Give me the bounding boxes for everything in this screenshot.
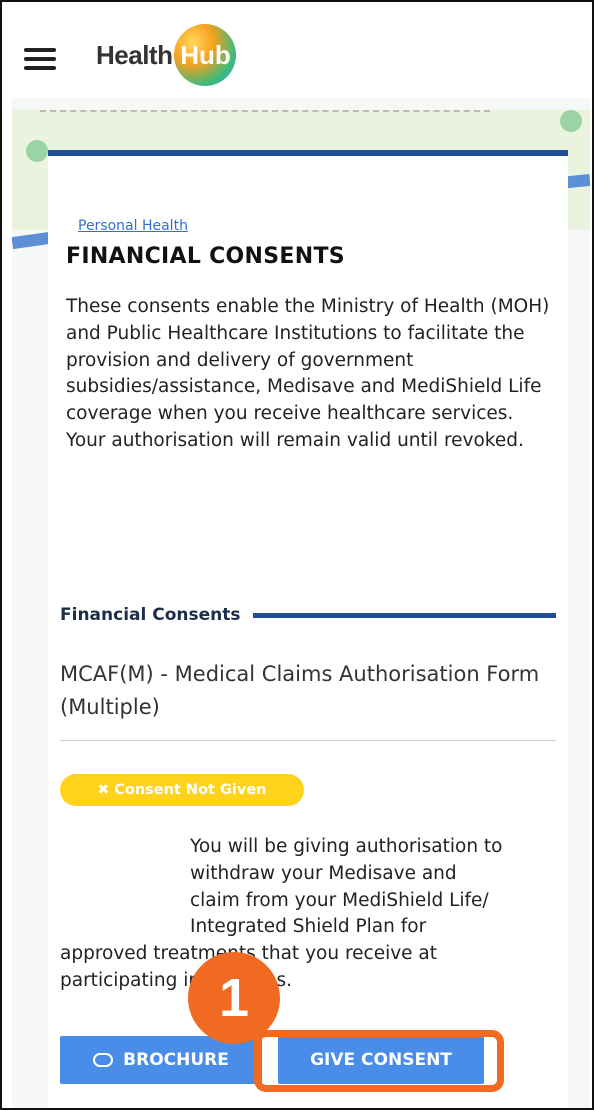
section-header: Financial Consents [60,602,556,628]
logo-hub-badge: Hub [174,24,237,86]
breadcrumb-personal-health[interactable]: Personal Health [78,218,188,234]
decorative-dashes [40,110,490,120]
auth-line: You will be giving authorisation to [190,836,503,857]
cloud-download-icon [93,1053,114,1067]
section-label: Financial Consents [60,605,241,625]
logo-hub-text: Hub [180,39,231,70]
auth-line: approved treatments that you receive at [60,943,438,965]
step-number: 1 [218,968,250,1028]
auth-line: withdraw your Medisave and [190,862,457,884]
logo-text: Health [96,39,173,70]
tree-icon [26,140,48,162]
healthhub-logo[interactable]: Health Hub [96,20,237,90]
brochure-button-label: BROCHURE [123,1050,229,1070]
step-number-badge: 1 [188,952,280,1044]
auth-line: Integrated Shield Plan for [190,916,427,938]
auth-line: claim from your MediShield Life/ [190,889,489,911]
close-icon: ✖ [97,782,110,798]
step-highlight-box [254,1030,504,1092]
hamburger-menu-icon[interactable] [24,48,56,70]
section-divider-bar [252,612,556,618]
top-header: Health Hub [12,10,590,98]
authorisation-text: You will be giving authorisation to with… [60,834,560,995]
tree-icon [560,110,582,132]
consent-card: Personal Health FINANCIAL CONSENTS These… [48,150,568,1108]
status-badge: ✖ Consent Not Given [60,774,304,806]
auth-line: participating institutions. [60,970,293,992]
divider [60,740,556,741]
consent-form-name: MCAF(M) - Medical Claims Authorisation F… [60,662,540,719]
page-title: FINANCIAL CONSENTS [66,244,345,269]
status-badge-label: Consent Not Given [114,782,267,798]
screenshot-frame: Health Hub Personal Health FINANCIAL CON… [0,0,594,1110]
page-description: These consents enable the Ministry of He… [66,296,550,452]
app-viewport: Health Hub Personal Health FINANCIAL CON… [12,10,590,1108]
